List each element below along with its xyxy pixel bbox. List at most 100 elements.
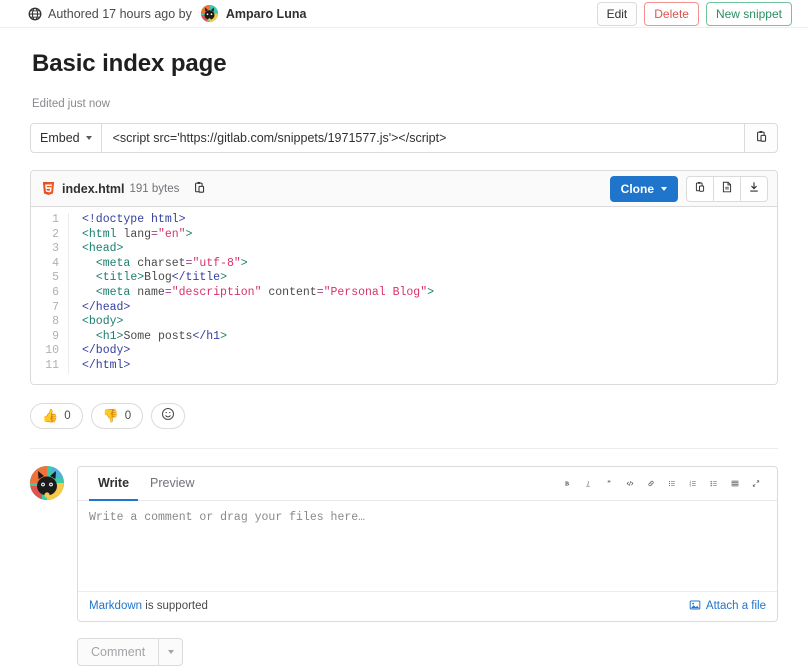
authored-info: Authored 17 hours ago by Amparo Luna: [28, 5, 597, 22]
code-icon[interactable]: [620, 472, 640, 494]
tab-write[interactable]: Write: [89, 467, 138, 501]
comment-input[interactable]: [78, 501, 777, 591]
comment-submit-row: Comment: [30, 638, 778, 666]
code-line: </head>: [82, 301, 777, 316]
code-line: <meta charset="utf-8">: [82, 257, 777, 272]
line-number: 9: [31, 330, 59, 345]
code-line: <title>Blog</title>: [82, 271, 777, 286]
line-number: 11: [31, 359, 59, 374]
attach-file-button[interactable]: Attach a file: [689, 599, 766, 614]
file-header: index.html 191 bytes Clone: [31, 171, 777, 207]
line-number: 4: [31, 257, 59, 272]
edit-button[interactable]: Edit: [597, 2, 638, 26]
file-info: index.html 191 bytes: [42, 181, 610, 197]
comment-tabs: WritePreview: [89, 467, 557, 500]
html5-icon: [42, 181, 55, 196]
embed-code-input[interactable]: [101, 123, 744, 153]
reaction-count: 0: [125, 410, 131, 422]
comment-split-button: Comment: [77, 638, 183, 666]
new-snippet-button[interactable]: New snippet: [706, 2, 792, 26]
fullscreen-icon[interactable]: [746, 472, 766, 494]
line-number: 8: [31, 315, 59, 330]
file-name: index.html: [62, 182, 125, 196]
markdown-support-suffix: is supported: [142, 600, 208, 612]
clipboard-icon: [755, 130, 768, 146]
clipboard-icon: [193, 181, 206, 197]
code-line: </html>: [82, 359, 777, 374]
delete-button[interactable]: Delete: [644, 2, 699, 26]
chevron-down-icon: [168, 650, 174, 654]
bold-icon[interactable]: B: [557, 472, 577, 494]
download-icon: [748, 181, 760, 196]
comment-options-button[interactable]: [159, 638, 183, 666]
comment-button[interactable]: Comment: [77, 638, 159, 666]
comment-form: WritePreview B I ”: [30, 466, 778, 622]
avatar: [201, 5, 218, 22]
avatar: [30, 466, 64, 500]
clone-button-label: Clone: [621, 182, 654, 196]
markdown-link[interactable]: Markdown: [89, 600, 142, 612]
embed-row: Embed: [30, 123, 778, 153]
code-line: <!doctype html>: [82, 213, 777, 228]
reaction-thumbsup-button[interactable]: 👍0: [30, 403, 83, 429]
copy-embed-button[interactable]: [744, 123, 778, 153]
add-reaction-button[interactable]: [151, 403, 185, 429]
file-action-group: [686, 176, 768, 202]
link-icon[interactable]: [641, 472, 661, 494]
markdown-support-note: Markdown is supported: [89, 600, 689, 612]
code-content[interactable]: <!doctype html><html lang="en"><head> <m…: [69, 213, 777, 374]
line-number: 3: [31, 242, 59, 257]
embed-type-label: Embed: [40, 131, 80, 145]
attach-file-label: Attach a file: [706, 600, 766, 612]
image-icon: [689, 599, 701, 614]
code-viewer: 1234567891011 <!doctype html><html lang=…: [31, 207, 777, 384]
table-icon[interactable]: [725, 472, 745, 494]
bulleted-list-icon[interactable]: [662, 472, 682, 494]
copy-icon: [694, 181, 706, 196]
thumbsup-icon: 👍: [42, 409, 58, 422]
code-line: </body>: [82, 344, 777, 359]
snippet-file-card: index.html 191 bytes Clone: [30, 170, 778, 385]
reaction-count: 0: [64, 410, 70, 422]
chevron-down-icon: [86, 136, 92, 140]
page-content: Basic index page Edited just now Embed: [0, 50, 808, 666]
divider: [30, 448, 778, 449]
comment-editor: WritePreview B I ”: [77, 466, 778, 622]
file-actions: Clone: [610, 176, 768, 202]
line-number: 6: [31, 286, 59, 301]
reaction-thumbsdown-button[interactable]: 👎0: [91, 403, 144, 429]
code-line: <head>: [82, 242, 777, 257]
markdown-toolbar: B I ”: [557, 472, 766, 494]
globe-icon: [28, 7, 42, 21]
svg-text:I: I: [586, 481, 590, 487]
code-line: <body>: [82, 315, 777, 330]
comment-footer: Markdown is supported Attach a file: [78, 591, 777, 621]
line-number-gutter: 1234567891011: [31, 213, 69, 374]
code-line: <meta name="description" content="Person…: [82, 286, 777, 301]
italic-icon[interactable]: I: [578, 472, 598, 494]
code-line: <html lang="en">: [82, 228, 777, 243]
reactions-bar: 👍0👎0: [30, 403, 778, 429]
copy-file-path-button[interactable]: [190, 181, 209, 197]
thumbsdown-icon: 👎: [103, 409, 119, 422]
quote-icon[interactable]: ”: [599, 472, 619, 494]
open-raw-button[interactable]: [713, 176, 741, 202]
file-size: 191 bytes: [130, 183, 180, 195]
author-name[interactable]: Amparo Luna: [226, 7, 307, 21]
embed-type-select[interactable]: Embed: [30, 123, 101, 153]
open-raw-icon: [721, 181, 733, 196]
task-list-icon[interactable]: [704, 472, 724, 494]
edited-timestamp: Edited just now: [32, 98, 778, 110]
svg-text:”: ”: [607, 479, 611, 487]
line-number: 10: [31, 344, 59, 359]
copy-contents-button[interactable]: [686, 176, 714, 202]
download-button[interactable]: [740, 176, 768, 202]
numbered-list-icon[interactable]: 1 2 3: [683, 472, 703, 494]
snippet-actions: Edit Delete New snippet: [597, 2, 792, 26]
clone-button[interactable]: Clone: [610, 176, 678, 202]
tab-preview[interactable]: Preview: [141, 467, 203, 501]
add-reaction-icon: [161, 407, 175, 424]
authored-bar: Authored 17 hours ago by Amparo Luna Edi…: [0, 0, 808, 28]
svg-text:3: 3: [690, 484, 692, 487]
page-title: Basic index page: [32, 50, 778, 78]
